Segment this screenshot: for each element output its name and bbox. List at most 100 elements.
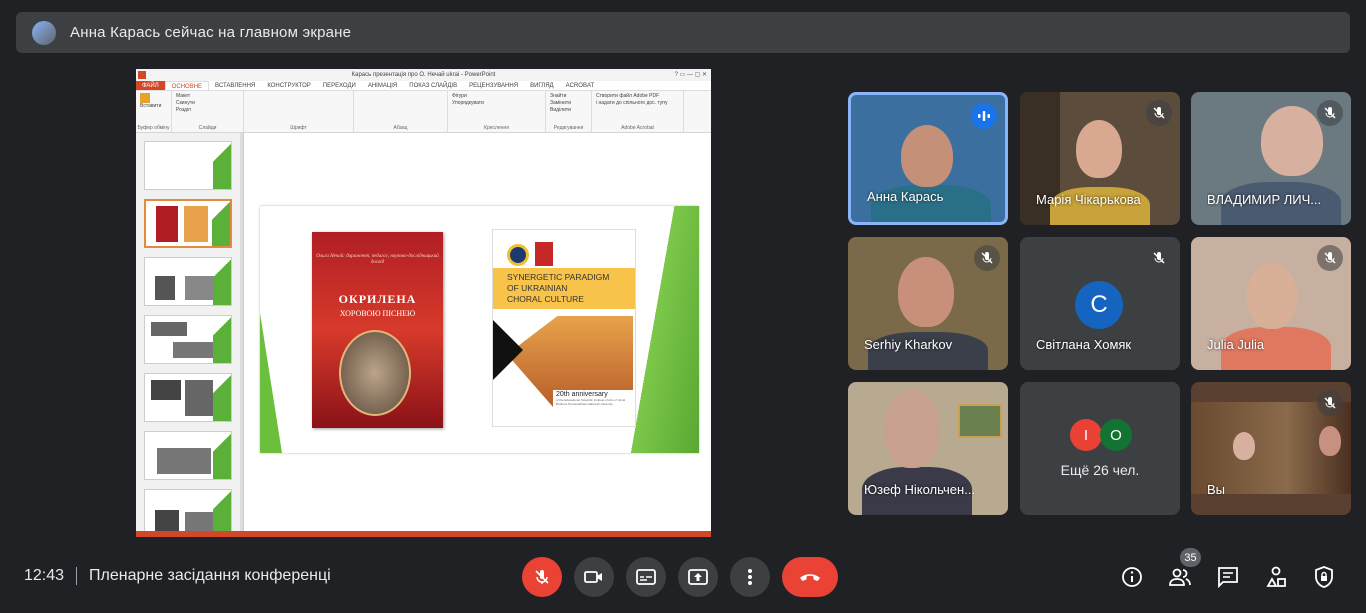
participant-name: ВЛАДИМИР ЛИЧ... bbox=[1207, 192, 1322, 207]
leave-call-button[interactable] bbox=[782, 557, 838, 597]
ribbon-item: Фігури bbox=[452, 93, 467, 99]
participants-count-badge: 35 bbox=[1180, 548, 1201, 567]
call-end-icon bbox=[800, 574, 820, 581]
ribbon-group-label: Абзац bbox=[393, 125, 408, 131]
mic-off-icon bbox=[1146, 100, 1172, 126]
ribbon-group: Макет Скинути Розділ Слайди bbox=[172, 91, 244, 132]
book-cover-title: SYNERGETIC PARADIGM OF UKRAINIAN CHORAL … bbox=[493, 268, 635, 309]
people-icon bbox=[1169, 568, 1191, 586]
participant-name: Julia Julia bbox=[1207, 337, 1265, 352]
participant-tile[interactable]: ВЛАДИМИР ЛИЧ... bbox=[1191, 92, 1351, 225]
ribbon-group: Знайти Замінити Виділити Редагування bbox=[546, 91, 592, 132]
participant-tile[interactable]: С Світлана Хомяк bbox=[1020, 237, 1180, 370]
shield-lock-icon bbox=[1315, 566, 1333, 588]
powerpoint-icon bbox=[138, 71, 146, 79]
chat-button[interactable] bbox=[1213, 562, 1243, 592]
university-crest bbox=[535, 242, 553, 266]
presenter-avatar bbox=[32, 20, 56, 45]
slide-thumbnails: 1 bbox=[136, 133, 244, 531]
ribbon-item: Скинути bbox=[176, 100, 195, 106]
cover-decoration bbox=[493, 320, 523, 380]
ppt-tab: КОНСТРУКТОР bbox=[267, 83, 311, 89]
microphone-toggle-button[interactable] bbox=[522, 557, 562, 597]
ribbon-item: Упорядкувати bbox=[452, 100, 484, 106]
book-cover-subtitle: Ольга Нечай: дирижент, педагог, науково-… bbox=[316, 254, 439, 265]
ribbon-group-label: Креслення bbox=[484, 125, 509, 131]
speaking-indicator-icon bbox=[971, 103, 997, 129]
meeting-details-button[interactable] bbox=[1117, 562, 1147, 592]
mic-off-icon bbox=[974, 245, 1000, 271]
banner-text: Анна Карась сейчас на главном экране bbox=[70, 24, 352, 41]
ribbon-group: Вставити Буфер обміну bbox=[136, 91, 172, 132]
ppt-titlebar: Карась презентація про О. Нечай ukrai - … bbox=[136, 69, 711, 81]
ppt-tab: ПЕРЕХОДИ bbox=[322, 83, 356, 89]
info-icon bbox=[1122, 567, 1142, 587]
book-cover-title-line2: ХОРОВОЮ ПІСНЕЮ bbox=[339, 309, 416, 318]
participant-name: Serhiy Kharkov bbox=[864, 337, 953, 352]
mic-off-icon bbox=[1317, 100, 1343, 126]
captions-button[interactable] bbox=[626, 557, 666, 597]
slide-decoration bbox=[260, 313, 282, 453]
participant-tile[interactable]: Julia Julia bbox=[1191, 237, 1351, 370]
ribbon-item: Вставити bbox=[140, 103, 162, 109]
mic-off-icon bbox=[535, 570, 549, 584]
host-controls-button[interactable] bbox=[1309, 562, 1339, 592]
ppt-window-title: Карась презентація про О. Нечай ukrai - … bbox=[351, 72, 496, 78]
participant-avatar: O bbox=[1100, 419, 1132, 451]
ribbon-item: Знайти bbox=[550, 93, 567, 99]
participant-name: Вы bbox=[1207, 482, 1226, 497]
ribbon-item: Макет bbox=[176, 93, 191, 99]
participant-tile[interactable]: Анна Карась bbox=[848, 92, 1008, 225]
ppt-ribbon: Вставити Буфер обміну Макет Скинути Розд… bbox=[136, 91, 711, 133]
book-cover-synergetic: SYNERGETIC PARADIGM OF UKRAINIAN CHORAL … bbox=[492, 229, 636, 427]
participant-avatar: С bbox=[1075, 281, 1123, 329]
participant-tile[interactable]: Юзеф Нікольчен... bbox=[848, 382, 1008, 515]
slide-thumbnail: 1 bbox=[144, 141, 232, 190]
more-participants-tile[interactable]: I O Ещё 26 чел. bbox=[1020, 382, 1180, 515]
book-cover-photo bbox=[339, 330, 411, 416]
slide-thumbnail-selected bbox=[144, 199, 232, 248]
presenting-banner: Анна Карась сейчас на главном экране bbox=[16, 12, 1350, 53]
shared-screen: Карась презентація про О. Нечай ukrai - … bbox=[136, 69, 711, 537]
participant-name: Марія Чікарькова bbox=[1036, 192, 1141, 207]
ribbon-group: Створити файл Adobe PDF і надати до спіл… bbox=[592, 91, 684, 132]
ppt-workspace: 1 Ольга Нечай: дирижент, педагог, науков… bbox=[136, 133, 711, 531]
slide-thumbnail bbox=[144, 489, 232, 531]
ribbon-group-label: Слайди bbox=[198, 125, 217, 131]
participant-avatar: I bbox=[1070, 419, 1102, 451]
ppt-tab: РЕЦЕНЗУВАННЯ bbox=[469, 83, 519, 89]
participant-tile[interactable]: Serhiy Kharkov bbox=[848, 237, 1008, 370]
ppt-tab: ФАЙЛ bbox=[136, 81, 165, 90]
slide-thumbnail bbox=[144, 373, 232, 422]
ppt-tab: ОСНОВНЕ bbox=[164, 81, 210, 90]
institute-logo bbox=[507, 244, 529, 266]
ppt-ribbon-tabs: ФАЙЛ ОСНОВНЕ ВСТАВЛЕННЯ КОНСТРУКТОР ПЕРЕ… bbox=[136, 81, 711, 91]
meeting-title: Пленарне засідання конференці bbox=[89, 567, 331, 584]
ribbon-group: Шрифт bbox=[244, 91, 354, 132]
mic-off-icon bbox=[1146, 245, 1172, 271]
current-slide: Ольга Нечай: дирижент, педагог, науково-… bbox=[260, 206, 699, 453]
participant-tile[interactable]: Марія Чікарькова bbox=[1020, 92, 1180, 225]
ribbon-item: Замінити bbox=[550, 100, 571, 106]
ppt-window-controls: ? ▭ — ▢ ✕ bbox=[674, 72, 707, 78]
more-options-button[interactable] bbox=[730, 557, 770, 597]
ppt-tab: ПОКАЗ СЛАЙДІВ bbox=[409, 83, 458, 89]
activities-button[interactable] bbox=[1261, 562, 1291, 592]
participant-name: Юзеф Нікольчен... bbox=[864, 482, 976, 497]
slide-decoration bbox=[629, 206, 699, 453]
ribbon-group-label: Буфер обміну bbox=[137, 125, 170, 131]
self-tile[interactable]: Вы bbox=[1191, 382, 1351, 515]
participant-name: Світлана Хомяк bbox=[1036, 337, 1132, 352]
slide-thumbnail bbox=[144, 315, 232, 364]
paste-icon bbox=[140, 93, 150, 103]
closed-captions-icon bbox=[636, 569, 656, 585]
anniversary-label: 20th anniversary of the Educational Scie… bbox=[553, 390, 635, 422]
camera-toggle-button[interactable] bbox=[574, 557, 614, 597]
slide-thumbnail bbox=[144, 431, 232, 480]
ribbon-group: Фігури Упорядкувати Креслення bbox=[448, 91, 546, 132]
video-camera-icon bbox=[584, 571, 602, 583]
mic-off-icon bbox=[1317, 390, 1343, 416]
present-screen-button[interactable] bbox=[678, 557, 718, 597]
chat-icon bbox=[1218, 567, 1238, 588]
ribbon-group: Абзац bbox=[354, 91, 448, 132]
